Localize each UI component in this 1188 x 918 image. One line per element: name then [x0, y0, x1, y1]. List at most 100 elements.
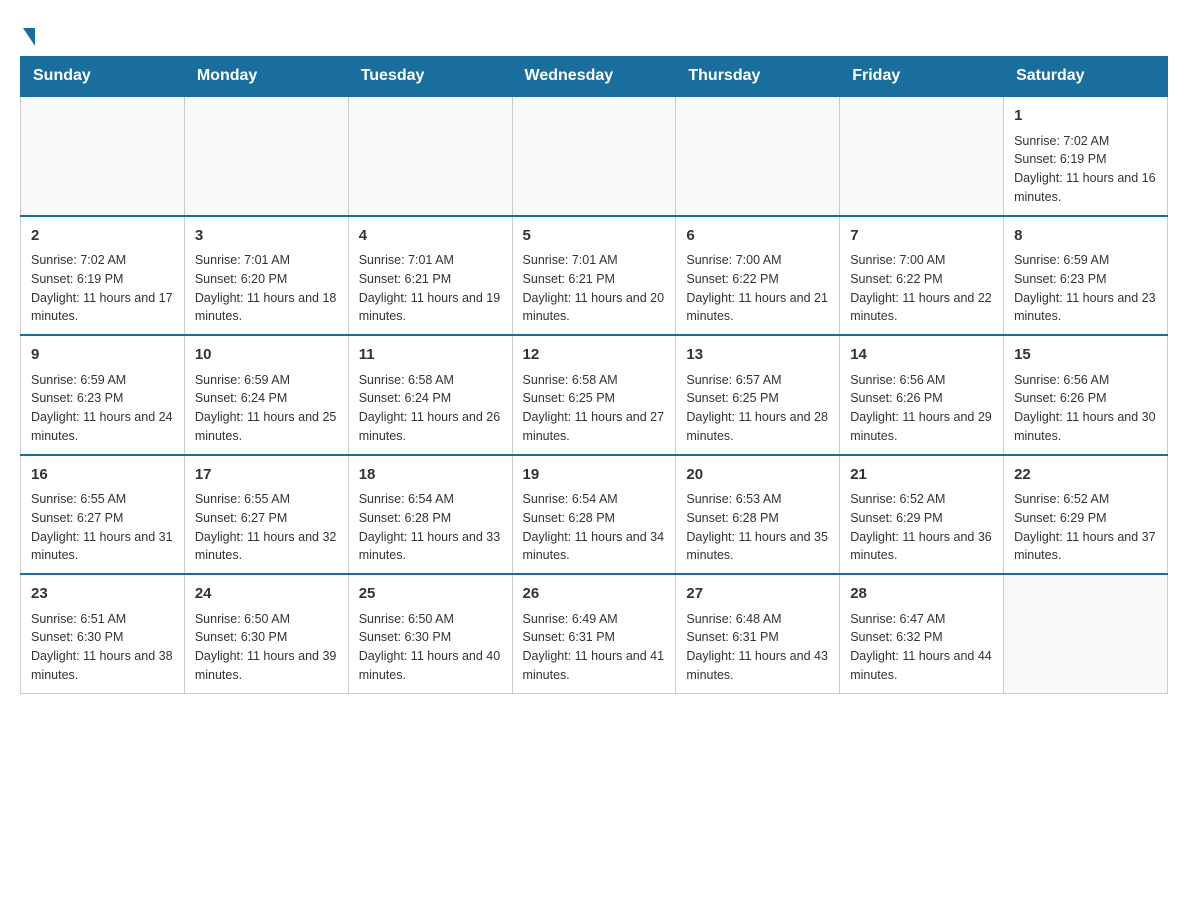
calendar-cell: 11Sunrise: 6:58 AMSunset: 6:24 PMDayligh… [348, 335, 512, 455]
day-info-line: Sunrise: 6:59 AM [195, 371, 338, 390]
day-info-line: Sunrise: 7:00 AM [686, 251, 829, 270]
day-info-line: Daylight: 11 hours and 29 minutes. [850, 408, 993, 446]
day-number: 25 [359, 583, 502, 606]
day-info-line: Sunrise: 6:59 AM [1014, 251, 1157, 270]
day-number: 27 [686, 583, 829, 606]
calendar-cell: 3Sunrise: 7:01 AMSunset: 6:20 PMDaylight… [184, 216, 348, 336]
day-number: 24 [195, 583, 338, 606]
day-number: 14 [850, 344, 993, 367]
day-info-line: Daylight: 11 hours and 26 minutes. [359, 408, 502, 446]
calendar-cell: 12Sunrise: 6:58 AMSunset: 6:25 PMDayligh… [512, 335, 676, 455]
day-info-line: Sunset: 6:22 PM [686, 270, 829, 289]
calendar-cell: 27 Sunrise: 6:48 AMSunset: 6:31 PMDayligh… [676, 574, 840, 693]
calendar-cell: 19Sunrise: 6:54 AMSunset: 6:28 PMDayligh… [512, 455, 676, 575]
calendar-cell: 8Sunrise: 6:59 AMSunset: 6:23 PMDaylight… [1004, 216, 1168, 336]
day-info-line: Sunrise: 6:50 AM [195, 610, 338, 629]
day-info-line: Daylight: 11 hours and 34 minutes. [523, 528, 666, 566]
weekday-header-friday: Friday [840, 57, 1004, 97]
day-number: 12 [523, 344, 666, 367]
calendar-cell: 16Sunrise: 6:55 AMSunset: 6:27 PMDayligh… [21, 455, 185, 575]
logo [20, 20, 35, 46]
calendar-cell: 20Sunrise: 6:53 AMSunset: 6:28 PMDayligh… [676, 455, 840, 575]
day-number: 20 [686, 464, 829, 487]
day-info-line: Sunset: 6:27 PM [195, 509, 338, 528]
day-info-line: Sunset: 6:26 PM [1014, 389, 1157, 408]
day-number: 21 [850, 464, 993, 487]
weekday-header-row: SundayMondayTuesdayWednesdayThursdayFrid… [21, 57, 1168, 97]
day-info-line: Sunset: 6:31 PM [523, 628, 666, 647]
weekday-header-saturday: Saturday [1004, 57, 1168, 97]
day-info-line: Sunset: 6:23 PM [31, 389, 174, 408]
calendar-cell: 5Sunrise: 7:01 AMSunset: 6:21 PMDaylight… [512, 216, 676, 336]
day-number: 18 [359, 464, 502, 487]
calendar-cell: 25Sunrise: 6:50 AMSunset: 6:30 PMDayligh… [348, 574, 512, 693]
calendar-cell [348, 96, 512, 216]
calendar-cell: 13 Sunrise: 6:57 AMSunset: 6:25 PMDayligh… [676, 335, 840, 455]
calendar-header: SundayMondayTuesdayWednesdayThursdayFrid… [21, 57, 1168, 97]
calendar-cell [1004, 574, 1168, 693]
day-info-line: Sunrise: 6:48 AM [686, 610, 829, 629]
day-info-line: Sunset: 6:31 PM [686, 628, 829, 647]
weekday-header-monday: Monday [184, 57, 348, 97]
calendar-cell [676, 96, 840, 216]
day-info-line: Daylight: 11 hours and 38 minutes. [31, 647, 174, 685]
page-header [20, 20, 1168, 46]
day-info-line: Sunset: 6:28 PM [359, 509, 502, 528]
day-info-line: Sunrise: 6:59 AM [31, 371, 174, 390]
day-number: 13 [686, 344, 829, 367]
calendar-cell: 28Sunrise: 6:47 AMSunset: 6:32 PMDayligh… [840, 574, 1004, 693]
day-info-line: Sunset: 6:21 PM [523, 270, 666, 289]
day-info-line: Daylight: 11 hours and 28 minutes. [686, 408, 829, 446]
day-info-line: Sunrise: 6:57 AM [686, 371, 829, 390]
day-number: 1 [1014, 105, 1157, 128]
calendar-cell: 7Sunrise: 7:00 AMSunset: 6:22 PMDaylight… [840, 216, 1004, 336]
day-info-line: Sunrise: 6:56 AM [850, 371, 993, 390]
calendar-cell: 15Sunrise: 6:56 AMSunset: 6:26 PMDayligh… [1004, 335, 1168, 455]
calendar-week-4: 16Sunrise: 6:55 AMSunset: 6:27 PMDayligh… [21, 455, 1168, 575]
calendar-table: SundayMondayTuesdayWednesdayThursdayFrid… [20, 56, 1168, 694]
day-info-line: Daylight: 11 hours and 20 minutes. [523, 289, 666, 327]
day-info-line: Daylight: 11 hours and 24 minutes. [31, 408, 174, 446]
day-info-line: Sunset: 6:21 PM [359, 270, 502, 289]
day-info-line: Sunset: 6:29 PM [1014, 509, 1157, 528]
logo-arrow-icon [23, 28, 35, 46]
day-info-line: Sunset: 6:25 PM [523, 389, 666, 408]
calendar-cell [512, 96, 676, 216]
day-number: 28 [850, 583, 993, 606]
day-number: 11 [359, 344, 502, 367]
calendar-cell: 4Sunrise: 7:01 AMSunset: 6:21 PMDaylight… [348, 216, 512, 336]
day-info-line: Sunset: 6:24 PM [359, 389, 502, 408]
calendar-week-2: 2Sunrise: 7:02 AMSunset: 6:19 PMDaylight… [21, 216, 1168, 336]
day-info-line: Daylight: 11 hours and 30 minutes. [1014, 408, 1157, 446]
day-info-line: Sunrise: 6:49 AM [523, 610, 666, 629]
day-number: 2 [31, 225, 174, 248]
day-info-line: Daylight: 11 hours and 17 minutes. [31, 289, 174, 327]
day-info-line: Sunset: 6:25 PM [686, 389, 829, 408]
day-info-line: Sunrise: 7:01 AM [195, 251, 338, 270]
calendar-cell [21, 96, 185, 216]
day-number: 19 [523, 464, 666, 487]
day-info-line: Sunrise: 6:54 AM [523, 490, 666, 509]
day-number: 3 [195, 225, 338, 248]
day-info-line: Daylight: 11 hours and 32 minutes. [195, 528, 338, 566]
day-info-line: Sunrise: 7:02 AM [1014, 132, 1157, 151]
day-info-line: Sunrise: 6:56 AM [1014, 371, 1157, 390]
day-number: 7 [850, 225, 993, 248]
day-info-line: Daylight: 11 hours and 43 minutes. [686, 647, 829, 685]
day-info-line: Sunset: 6:19 PM [31, 270, 174, 289]
day-number: 22 [1014, 464, 1157, 487]
day-info-line: Daylight: 11 hours and 31 minutes. [31, 528, 174, 566]
calendar-week-5: 23Sunrise: 6:51 AMSunset: 6:30 PMDayligh… [21, 574, 1168, 693]
day-info-line: Daylight: 11 hours and 35 minutes. [686, 528, 829, 566]
calendar-cell: 23Sunrise: 6:51 AMSunset: 6:30 PMDayligh… [21, 574, 185, 693]
day-info-line: Daylight: 11 hours and 41 minutes. [523, 647, 666, 685]
calendar-cell [184, 96, 348, 216]
day-info-line: Daylight: 11 hours and 18 minutes. [195, 289, 338, 327]
day-info-line: Sunset: 6:22 PM [850, 270, 993, 289]
day-info-line: Sunset: 6:24 PM [195, 389, 338, 408]
day-number: 4 [359, 225, 502, 248]
day-number: 9 [31, 344, 174, 367]
day-info-line: Sunrise: 6:55 AM [195, 490, 338, 509]
day-info-line: Sunrise: 6:55 AM [31, 490, 174, 509]
calendar-week-3: 9Sunrise: 6:59 AMSunset: 6:23 PMDaylight… [21, 335, 1168, 455]
